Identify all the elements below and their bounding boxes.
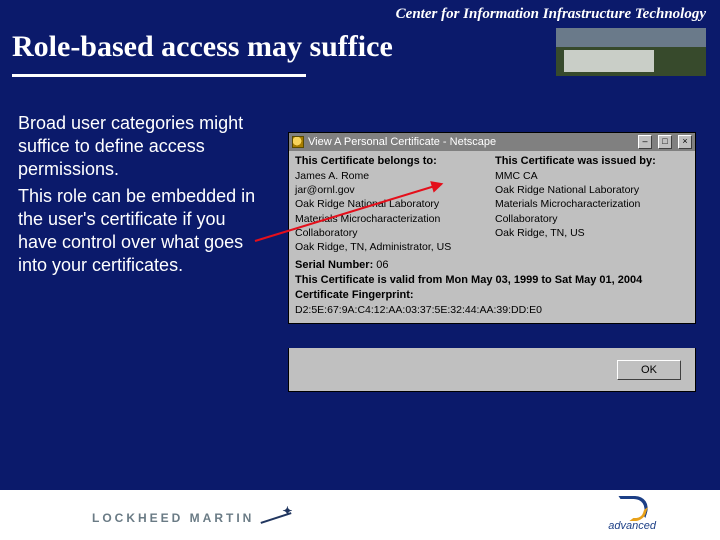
belongs-column: James A. Rome jar@ornl.gov Oak Ridge Nat… [295, 169, 495, 254]
issued-line: Oak Ridge, TN, US [495, 226, 689, 240]
serial-value: 06 [373, 259, 388, 271]
belongs-line: Collaboratory [295, 226, 489, 240]
swoosh-icon [612, 496, 653, 518]
fingerprint-value: D2:5E:67:9A:C4:12:AA:03:37:5E:32:44:AA:3… [295, 303, 689, 317]
issued-line: MMC CA [495, 169, 689, 183]
title-underline [12, 74, 306, 77]
footer-bar: LOCKHEED MARTIN advanced [0, 490, 720, 540]
ok-button[interactable]: OK [617, 360, 681, 380]
serial-label: Serial Number: [295, 259, 373, 271]
issued-line: Oak Ridge National Laboratory [495, 183, 689, 197]
certificate-dialog: View A Personal Certificate - Netscape –… [288, 132, 696, 324]
close-button[interactable]: × [678, 135, 692, 149]
belongs-line: James A. Rome [295, 169, 489, 183]
issued-header: This Certificate was issued by: [495, 155, 689, 167]
certificate-icon [292, 136, 304, 148]
issued-column: MMC CA Oak Ridge National Laboratory Mat… [495, 169, 689, 254]
minimize-button[interactable]: – [638, 135, 652, 149]
advanced-logo: advanced [608, 496, 656, 532]
lockheed-martin-logo: LOCKHEED MARTIN [92, 508, 296, 528]
advanced-text: advanced [608, 520, 656, 532]
validity-value: Mon May 03, 1999 to Sat May 01, 2004 [445, 274, 642, 286]
dialog-titlebar[interactable]: View A Personal Certificate - Netscape –… [289, 133, 695, 151]
building-photo [556, 28, 706, 76]
validity-label: This Certificate is valid from [295, 274, 445, 286]
header-org: Center for Information Infrastructure Te… [396, 6, 706, 23]
body-p1: Broad user categories might suffice to d… [18, 112, 266, 181]
dialog-button-bar: OK [288, 348, 696, 392]
belongs-line: Oak Ridge, TN, Administrator, US [295, 240, 489, 254]
dialog-title: View A Personal Certificate - Netscape [308, 136, 632, 148]
belongs-line: jar@ornl.gov [295, 183, 489, 197]
belongs-header: This Certificate belongs to: [295, 155, 495, 167]
lm-star-icon [260, 508, 296, 528]
body-p2: This role can be embedded in the user's … [18, 185, 266, 277]
issued-line: Materials Microcharacterization [495, 197, 689, 211]
slide-title: Role-based access may suffice [12, 30, 393, 64]
lm-text: LOCKHEED MARTIN [92, 511, 254, 525]
maximize-button[interactable]: □ [658, 135, 672, 149]
issued-line: Collaboratory [495, 212, 689, 226]
body-text: Broad user categories might suffice to d… [18, 112, 266, 281]
fingerprint-label: Certificate Fingerprint: [295, 289, 414, 301]
